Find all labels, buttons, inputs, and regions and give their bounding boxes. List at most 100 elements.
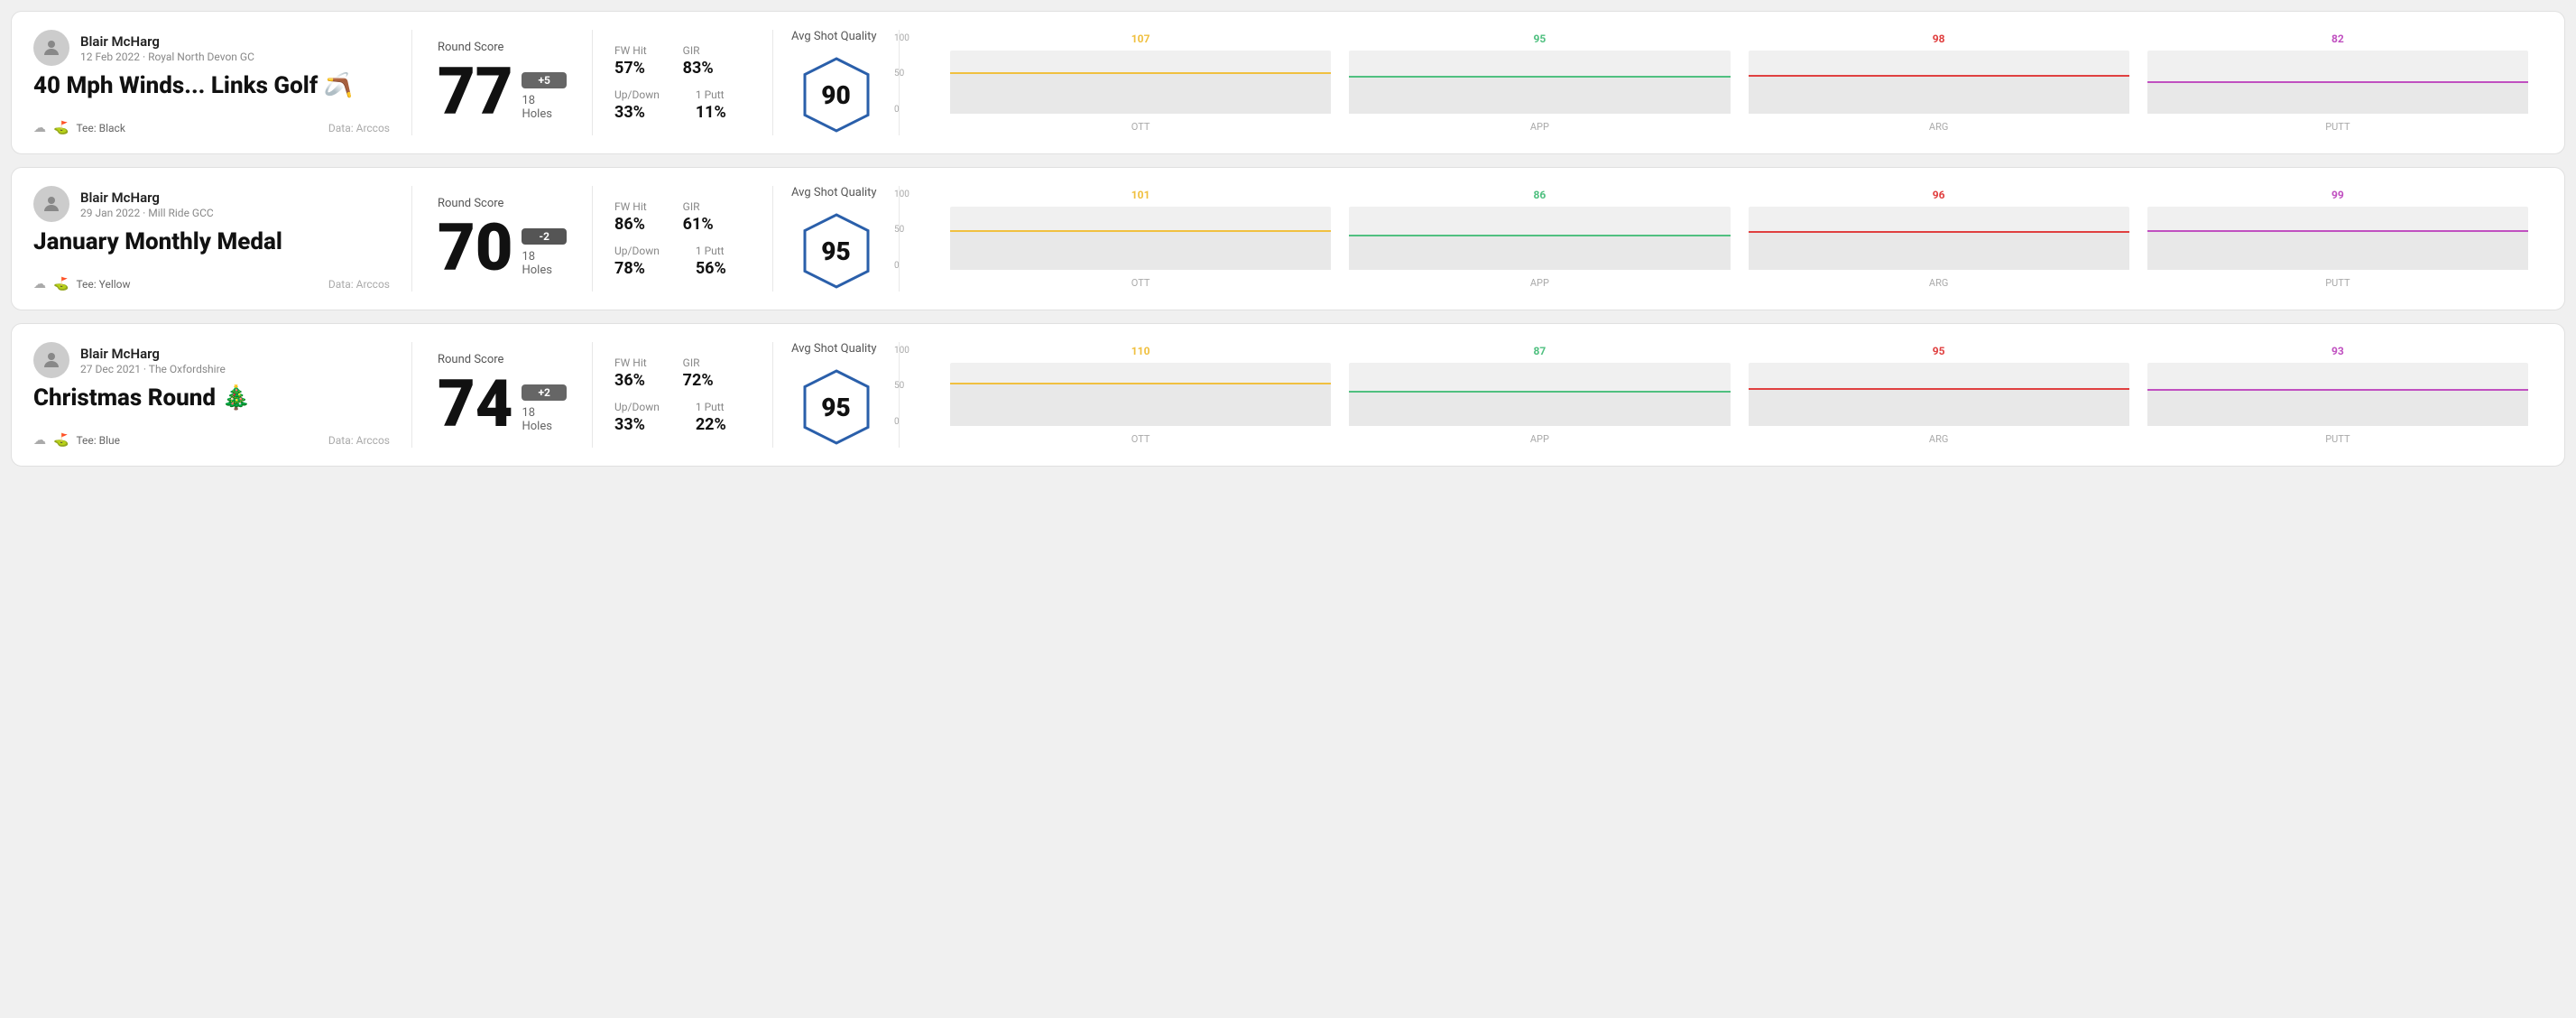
score-row: 70 -2 18 Holes (438, 216, 567, 281)
bar-wrapper (2147, 51, 2528, 114)
bar-wrapper (2147, 363, 2528, 426)
bar-value-label: 98 (1933, 32, 1945, 45)
score-meta: +2 18 Holes (522, 384, 567, 437)
stats-row-bottom: Up/Down 33% 1 Putt 22% (614, 401, 751, 434)
round-title: Christmas Round 🎄 (33, 385, 390, 412)
hexagon: 95 (796, 210, 877, 292)
bar-wrapper (1749, 363, 2129, 426)
stat-gir-value: 61% (683, 215, 714, 234)
bar-wrapper (950, 363, 1331, 426)
score-label: Round Score (438, 197, 567, 210)
bar-wrapper (950, 51, 1331, 114)
quality-label: Avg Shot Quality (791, 30, 877, 43)
bar-line (1749, 231, 2129, 234)
user-icon (41, 349, 62, 371)
bar-column-arg: 96 ARG (1749, 189, 2129, 289)
bag-icon: ⛳ (53, 277, 69, 292)
bar-line (1349, 391, 1730, 393)
holes-label: 18 Holes (522, 250, 567, 277)
bar-value-label: 95 (1533, 32, 1546, 45)
stat-oneputt-label: 1 Putt (696, 245, 726, 257)
user-header: Blair McHarg 27 Dec 2021 · The Oxfordshi… (33, 342, 390, 378)
stat-gir-label: GIR (683, 356, 714, 369)
user-name: Blair McHarg (80, 33, 254, 50)
score-modifier: +2 (522, 384, 567, 401)
score-number: 70 (438, 216, 512, 281)
bar-value-label: 96 (1933, 189, 1945, 201)
hexagon-container: 90 (796, 54, 877, 135)
bar-value-label: 86 (1533, 189, 1546, 201)
hexagon: 95 (796, 366, 877, 448)
weather-icon: ☁ (33, 433, 46, 448)
round-title: 40 Mph Winds... Links Golf 🪃 (33, 73, 390, 99)
quality-label: Avg Shot Quality (791, 186, 877, 199)
card-left: Blair McHarg 27 Dec 2021 · The Oxfordshi… (33, 342, 412, 448)
avatar (33, 186, 69, 222)
bar-column-app: 95 APP (1349, 32, 1730, 133)
bag-icon: ⛳ (53, 433, 69, 448)
tee-label: Tee: Black (76, 122, 125, 134)
stat-fw-hit: FW Hit 57% (614, 44, 647, 78)
bar-line (950, 72, 1331, 75)
bar-fill (950, 230, 1331, 270)
bar-column-ott: 110 OTT (950, 345, 1331, 445)
bar-fill (1749, 388, 2129, 426)
bar-axis-label: ARG (1929, 121, 1948, 133)
bar-wrapper (1749, 207, 2129, 270)
holes-label: 18 Holes (522, 94, 567, 121)
user-header: Blair McHarg 29 Jan 2022 · Mill Ride GCC (33, 186, 390, 222)
card-footer: ☁ ⛳ Tee: Black Data: Arccos (33, 121, 390, 135)
tee-info: ☁ ⛳ Tee: Blue (33, 433, 120, 448)
bar-line (950, 230, 1331, 233)
stat-oneputt: 1 Putt 56% (696, 245, 726, 278)
stats-row-bottom: Up/Down 78% 1 Putt 56% (614, 245, 751, 278)
user-name: Blair McHarg (80, 190, 214, 206)
card-left: Blair McHarg 12 Feb 2022 · Royal North D… (33, 30, 412, 135)
bar-column-arg: 98 ARG (1749, 32, 2129, 133)
bar-wrapper (1349, 363, 1730, 426)
bar-fill (1349, 76, 1730, 114)
bar-fill (1349, 391, 1730, 426)
score-row: 77 +5 18 Holes (438, 60, 567, 125)
bar-axis-label: PUTT (2325, 277, 2350, 289)
hexagon: 90 (796, 54, 877, 135)
date-venue: 12 Feb 2022 · Royal North Devon GC (80, 51, 254, 63)
stat-updown: Up/Down 33% (614, 88, 660, 122)
score-section: Round Score 74 +2 18 Holes (412, 342, 593, 448)
avatar (33, 30, 69, 66)
stat-oneputt-value: 56% (696, 259, 726, 278)
bar-fill (1349, 235, 1730, 270)
stat-gir-value: 72% (683, 371, 714, 390)
stat-fw-hit-label: FW Hit (614, 356, 647, 369)
stats-section: FW Hit 86% GIR 61% Up/Down 78% 1 Putt 56… (593, 186, 773, 292)
tee-label: Tee: Yellow (76, 278, 130, 291)
bar-axis-label: OTT (1131, 277, 1150, 289)
score-number: 77 (438, 60, 512, 125)
chart-section: 100 50 0 107 OTT 95 (900, 30, 2543, 135)
stat-gir: GIR 61% (683, 200, 714, 234)
bar-value-label: 107 (1131, 32, 1150, 45)
bar-axis-label: ARG (1929, 433, 1948, 445)
bar-axis-label: OTT (1131, 433, 1150, 445)
weather-icon: ☁ (33, 121, 46, 135)
bar-axis-label: APP (1530, 433, 1549, 445)
tee-info: ☁ ⛳ Tee: Black (33, 121, 125, 135)
avatar (33, 342, 69, 378)
stat-fw-hit-label: FW Hit (614, 44, 647, 57)
bar-axis-label: PUTT (2325, 121, 2350, 133)
quality-score: 95 (821, 393, 850, 422)
stats-row-top: FW Hit 36% GIR 72% (614, 356, 751, 390)
user-info: Blair McHarg 29 Jan 2022 · Mill Ride GCC (80, 190, 214, 219)
user-icon (41, 193, 62, 215)
bar-value-label: 99 (2331, 189, 2344, 201)
bar-line (1349, 76, 1730, 79)
data-source: Data: Arccos (328, 434, 390, 447)
user-info: Blair McHarg 12 Feb 2022 · Royal North D… (80, 33, 254, 63)
data-source: Data: Arccos (328, 278, 390, 291)
bar-axis-label: OTT (1131, 121, 1150, 133)
chart-section: 100 50 0 101 OTT 86 (900, 186, 2543, 292)
quality-section: Avg Shot Quality 90 (773, 30, 900, 135)
score-section: Round Score 77 +5 18 Holes (412, 30, 593, 135)
stat-gir: GIR 72% (683, 356, 714, 390)
score-meta: +5 18 Holes (522, 72, 567, 125)
